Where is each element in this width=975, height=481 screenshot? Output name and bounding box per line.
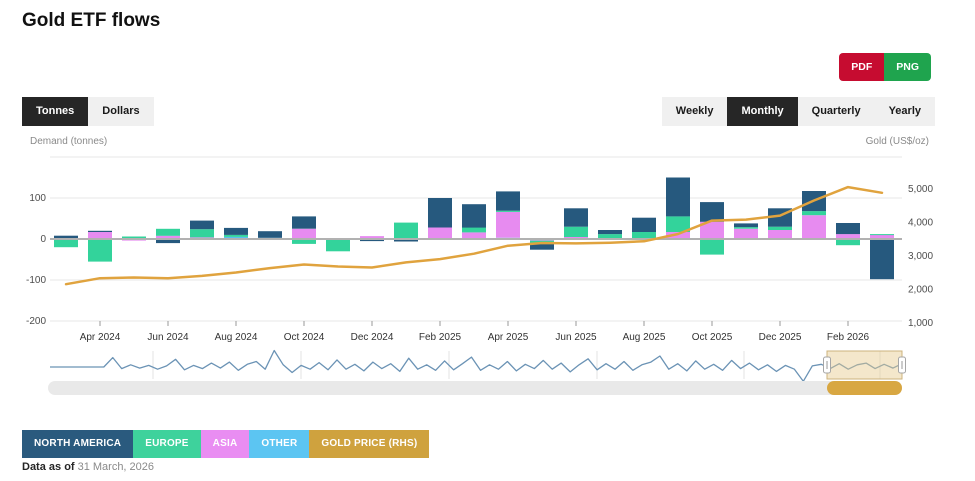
bar-segment-north-america xyxy=(564,208,588,226)
legend-item-europe[interactable]: EUROPE xyxy=(133,430,200,458)
bar-segment-europe xyxy=(870,234,894,235)
bar-segment-asia xyxy=(734,229,758,239)
x-axis-tick-label: Aug 2024 xyxy=(215,332,258,343)
bar-segment-north-america xyxy=(666,178,690,217)
bar-segment-north-america xyxy=(54,236,78,239)
bar-segment-europe xyxy=(564,227,588,237)
navigator-scrollbar-thumb[interactable] xyxy=(827,381,902,395)
x-axis-tick-label: Feb 2026 xyxy=(827,332,870,343)
data-as-of-value: 31 March, 2026 xyxy=(78,461,154,473)
left-axis-tick-label: 100 xyxy=(29,193,46,204)
bar-segment-asia xyxy=(428,228,452,239)
bar-segment-europe xyxy=(496,211,520,212)
left-axis-tick-label: -100 xyxy=(26,275,46,286)
legend-item-gold-price-rhs[interactable]: GOLD PRICE (RHS) xyxy=(309,430,429,458)
bar-segment-north-america xyxy=(870,239,894,279)
bar-segment-asia xyxy=(88,232,112,239)
bar-segment-north-america xyxy=(190,221,214,230)
x-axis-tick-label: Dec 2025 xyxy=(759,332,802,343)
bar-segment-asia xyxy=(462,232,486,238)
bar-segment-europe xyxy=(802,211,826,215)
legend-item-other[interactable]: OTHER xyxy=(249,430,309,458)
bar-segment-north-america xyxy=(496,191,520,210)
bar-segment-asia xyxy=(292,229,316,239)
bar-segment-asia xyxy=(802,215,826,238)
data-as-of: Data as of31 March, 2026 xyxy=(22,461,154,473)
right-axis-tick-label: 4,000 xyxy=(908,217,933,228)
x-axis-tick-label: Feb 2025 xyxy=(419,332,462,343)
navigator-scrollbar-track[interactable] xyxy=(48,381,902,395)
left-axis-tick-label: 0 xyxy=(40,234,46,245)
bar-segment-asia xyxy=(768,230,792,238)
bar-segment-europe xyxy=(156,229,180,236)
bar-segment-asia xyxy=(564,237,588,238)
navigator-selected-range[interactable] xyxy=(827,351,902,379)
bar-segment-europe xyxy=(394,223,418,239)
right-axis-tick-label: 1,000 xyxy=(908,318,933,329)
x-axis-tick-label: Dec 2024 xyxy=(351,332,394,343)
x-axis-tick-label: Aug 2025 xyxy=(623,332,666,343)
bar-segment-europe xyxy=(54,239,78,247)
bar-segment-north-america xyxy=(462,204,486,227)
main-chart-svg: 100 0 -100 -200 5,000 4,000 3,000 2,000 1,000 Apr… xyxy=(0,0,975,481)
x-axis-tick-label: Jun 2024 xyxy=(147,332,189,343)
navigator-series-line xyxy=(50,351,902,382)
bar-segment-north-america xyxy=(734,223,758,227)
bar-segment-europe xyxy=(700,239,724,255)
bar-segment-north-america xyxy=(224,228,248,235)
left-axis-tick-label: -200 xyxy=(26,316,46,327)
bar-segment-north-america xyxy=(598,230,622,234)
bar-segment-europe xyxy=(462,228,486,233)
bar-segment-europe xyxy=(224,235,248,237)
bar-segment-europe xyxy=(326,240,350,252)
gold-etf-flows-widget: Gold ETF flows PDFPNG TonnesDollars Week… xyxy=(0,0,975,481)
bar-segment-europe xyxy=(88,239,112,262)
right-axis-tick-label: 5,000 xyxy=(908,184,933,195)
data-as-of-label: Data as of xyxy=(22,461,75,473)
right-axis-tick-label: 2,000 xyxy=(908,284,933,295)
bar-segment-europe xyxy=(632,232,656,239)
bar-segment-north-america xyxy=(258,231,282,238)
bar-segment-north-america xyxy=(88,231,112,232)
bar-segment-europe xyxy=(768,227,792,230)
bar-segment-north-america xyxy=(292,216,316,228)
legend-item-north-america[interactable]: NORTH AMERICA xyxy=(22,430,133,458)
right-axis-tick-label: 3,000 xyxy=(908,251,933,262)
x-axis-tick-label: Apr 2025 xyxy=(488,332,529,343)
x-axis-tick-label: Oct 2025 xyxy=(692,332,733,343)
legend-item-asia[interactable]: ASIA xyxy=(201,430,250,458)
bar-segment-north-america xyxy=(428,198,452,228)
x-axis-tick-label: Apr 2024 xyxy=(80,332,121,343)
x-axis-tick-label: Oct 2024 xyxy=(284,332,325,343)
bar-segment-europe xyxy=(734,227,758,229)
bar-segment-north-america xyxy=(632,218,656,232)
bar-segment-europe xyxy=(190,229,214,237)
legend: NORTH AMERICAEUROPEASIAOTHERGOLD PRICE (… xyxy=(22,430,429,458)
bar-segment-north-america xyxy=(836,223,860,234)
x-axis-tick-label: Jun 2025 xyxy=(555,332,597,343)
bar-segment-north-america xyxy=(700,202,724,222)
bar-segment-asia xyxy=(496,212,520,238)
